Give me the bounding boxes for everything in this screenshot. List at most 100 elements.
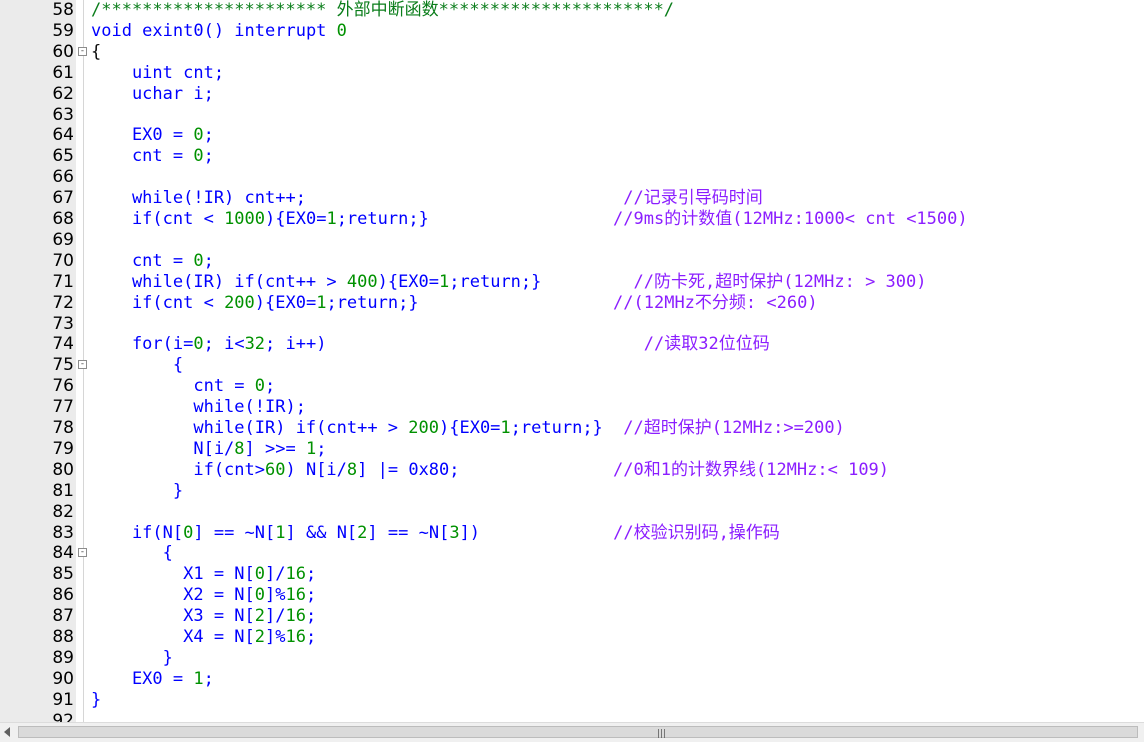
fold-toggle-icon[interactable]: - xyxy=(78,360,87,370)
line-number: 70 xyxy=(52,250,74,271)
code-line[interactable]: 73 xyxy=(0,314,1144,335)
code-number: 1 xyxy=(305,438,317,459)
code-text[interactable]: X1 = N[0]/16; xyxy=(91,564,316,585)
code-token: while(IR) if(cnt++ > xyxy=(91,418,409,438)
code-line[interactable]: 80 if(cnt>60) N[i/8] |= 0x80; //0和1的计数界线… xyxy=(0,460,1144,481)
code-line[interactable]: 78 while(IR) if(cnt++ > 200){EX0=1;retur… xyxy=(0,418,1144,439)
code-line[interactable]: 59 void exint0() interrupt 0 xyxy=(0,21,1144,42)
code-line[interactable]: 67 while(!IR) cnt++; //记录引导码时间 xyxy=(0,188,1144,209)
code-line[interactable]: 69 xyxy=(0,230,1144,251)
code-line[interactable]: 72 if(cnt < 200){EX0=1;return;} //(12MHz… xyxy=(0,293,1144,314)
code-line[interactable]: 86 X2 = N[0]%16; xyxy=(0,585,1144,606)
code-text[interactable]: while(IR) if(cnt++ > 200){EX0=1;return;}… xyxy=(91,418,844,439)
code-text[interactable]: } xyxy=(91,481,183,502)
code-text[interactable]: if(cnt < 200){EX0=1;return;} //(12MHz不分频… xyxy=(91,293,818,314)
code-text[interactable]: EX0 = 1; xyxy=(91,669,214,690)
code-text[interactable]: N[i/8] >>= 1; xyxy=(91,439,326,460)
code-text[interactable]: for(i=0; i<32; i++) //读取32位位码 xyxy=(91,334,770,355)
code-line[interactable]: 63 xyxy=(0,105,1144,126)
code-editor[interactable]: 58 /********************** 外部中断函数********… xyxy=(0,0,1144,722)
code-line[interactable]: 61 uint cnt; xyxy=(0,63,1144,84)
code-text[interactable]: X4 = N[2]%16; xyxy=(91,627,316,648)
code-line[interactable]: 77 while(!IR); xyxy=(0,397,1144,418)
code-text[interactable]: while(!IR); xyxy=(91,397,306,418)
code-line[interactable]: 76 cnt = 0; xyxy=(0,376,1144,397)
code-line[interactable]: 58 /********************** 外部中断函数********… xyxy=(0,0,1144,21)
line-number: 91 xyxy=(52,689,74,710)
code-line[interactable]: 82 xyxy=(0,502,1144,523)
code-token: while(IR) if(cnt++ > xyxy=(91,271,347,292)
code-text[interactable]: } xyxy=(91,648,173,669)
code-line[interactable]: 79 N[i/8] >>= 1; xyxy=(0,439,1144,460)
code-token: for(i= xyxy=(91,334,194,355)
code-line[interactable]: 75- { xyxy=(0,355,1144,376)
code-line[interactable]: 64 EX0 = 0; xyxy=(0,125,1144,146)
code-number: 16 xyxy=(285,564,306,585)
code-line[interactable]: 60-{ xyxy=(0,42,1144,63)
code-token: ){EX0= xyxy=(265,209,327,229)
code-token: { xyxy=(91,355,184,376)
code-text[interactable]: cnt = 0; xyxy=(91,146,214,167)
code-line[interactable]: 85 X1 = N[0]/16; xyxy=(0,564,1144,585)
code-number: 0 xyxy=(193,125,204,146)
code-line[interactable]: 62 uchar i; xyxy=(0,84,1144,105)
code-text[interactable]: while(!IR) cnt++; //记录引导码时间 xyxy=(91,188,763,209)
code-line[interactable]: 70 cnt = 0; xyxy=(0,251,1144,272)
code-comment: /********************** 外部中断函数**********… xyxy=(91,0,675,20)
code-text[interactable]: if(cnt>60) N[i/8] |= 0x80; //0和1的计数界线(12… xyxy=(91,460,889,481)
code-line[interactable]: 65 cnt = 0; xyxy=(0,146,1144,167)
fold-toggle-icon[interactable]: - xyxy=(78,548,87,558)
code-line[interactable]: 83 if(N[0] == ~N[1] && N[2] == ~N[3]) //… xyxy=(0,523,1144,544)
code-number: 2 xyxy=(254,627,266,647)
code-text[interactable]: X3 = N[2]/16; xyxy=(91,606,316,627)
code-number: 2 xyxy=(357,522,368,543)
code-token: ] == ~N[ xyxy=(193,522,276,543)
code-text[interactable]: void exint0() interrupt 0 xyxy=(91,21,347,42)
code-text[interactable]: { xyxy=(91,355,183,376)
code-line[interactable]: 81 } xyxy=(0,481,1144,502)
code-text[interactable]: /********************** 外部中断函数**********… xyxy=(91,0,674,21)
line-number: 74 xyxy=(52,334,74,355)
code-line[interactable]: 91} xyxy=(0,690,1144,711)
code-line[interactable]: 88 X4 = N[2]%16; xyxy=(0,627,1144,648)
code-line[interactable]: 84- { xyxy=(0,543,1144,564)
code-line[interactable]: 92 xyxy=(0,711,1144,722)
code-text[interactable]: while(IR) if(cnt++ > 400){EX0=1;return;}… xyxy=(91,272,927,293)
code-text[interactable]: if(N[0] == ~N[1] && N[2] == ~N[3]) //校验识… xyxy=(91,523,780,544)
code-line[interactable]: 68 if(cnt < 1000){EX0=1;return;} //9ms的计… xyxy=(0,209,1144,230)
code-line[interactable]: 87 X3 = N[2]/16; xyxy=(0,606,1144,627)
code-token: while(!IR); xyxy=(91,397,306,418)
code-line[interactable]: 66 xyxy=(0,167,1144,188)
code-text[interactable]: if(cnt < 1000){EX0=1;return;} //9ms的计数值(… xyxy=(91,209,968,230)
code-text[interactable]: { xyxy=(91,543,173,564)
scrollbar-thumb[interactable]: ||| xyxy=(18,726,1138,739)
code-text[interactable]: EX0 = 0; xyxy=(91,125,214,146)
line-number: 65 xyxy=(52,146,74,167)
code-text[interactable]: cnt = 0; xyxy=(91,376,275,397)
code-token: ; xyxy=(203,125,214,146)
code-token: interrupt xyxy=(234,20,337,41)
code-token: N[i/ xyxy=(91,438,235,459)
fold-toggle-icon[interactable]: - xyxy=(78,46,87,56)
code-number: 0 xyxy=(254,585,266,606)
code-comment: //读取32位位码 xyxy=(643,334,770,355)
line-number: 61 xyxy=(52,62,74,83)
code-text[interactable]: { xyxy=(91,42,101,63)
code-text[interactable]: } xyxy=(91,690,101,711)
line-number: 79 xyxy=(52,438,74,459)
line-number: 84 xyxy=(52,543,74,564)
code-text[interactable]: cnt = 0; xyxy=(91,251,214,272)
code-line[interactable]: 90 EX0 = 1; xyxy=(0,669,1144,690)
line-number: 59 xyxy=(52,20,74,41)
code-line[interactable]: 71 while(IR) if(cnt++ > 400){EX0=1;retur… xyxy=(0,272,1144,293)
code-text[interactable]: uchar i; xyxy=(91,84,214,105)
code-line[interactable]: 89 } xyxy=(0,648,1144,669)
code-line[interactable]: 74 for(i=0; i<32; i++) //读取32位位码 xyxy=(0,334,1144,355)
code-token: ; xyxy=(305,585,317,606)
scroll-left-arrow-icon[interactable] xyxy=(4,727,10,737)
code-token: ]% xyxy=(265,585,286,606)
code-text[interactable]: X2 = N[0]%16; xyxy=(91,585,316,606)
code-text[interactable]: uint cnt; xyxy=(91,63,224,84)
code-number: 200 xyxy=(224,292,255,313)
horizontal-scrollbar[interactable]: ||| xyxy=(0,722,1144,742)
